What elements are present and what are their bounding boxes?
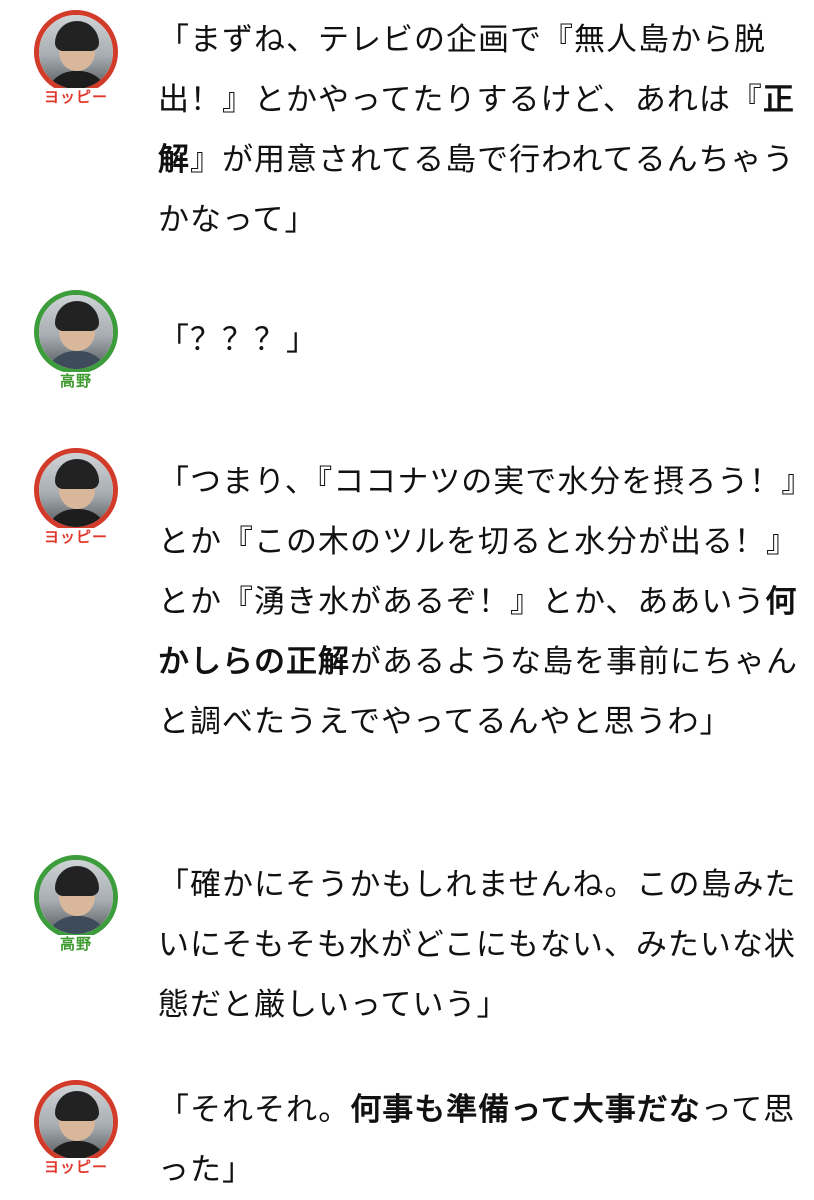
speaker-avatar-takano <box>34 290 118 374</box>
speaker-avatar-takano <box>34 855 118 939</box>
speech-segment: 「確かにそうかもしれませんね。この島みたいにそもそも水がどこにもない、みたいな状… <box>158 867 797 1023</box>
speech-text: 「つまり、『ココナツの実で水分を摂ろう！』とか『この木のツルを切ると水分が出る！… <box>158 452 798 752</box>
speaker-avatar-yoppy <box>34 10 118 94</box>
speech-segment: 「つまり、『ココナツの実で水分を摂ろう！』とか『この木のツルを切ると水分が出る！… <box>158 464 798 620</box>
speaker-name-tag: 高野 <box>36 935 116 953</box>
speech-segment: 「？？？」 <box>158 322 318 358</box>
speech-segment: 「まずね、テレビの企画で『無人島から脱出！』とかやってたりするけど、あれは『 <box>158 22 766 118</box>
speaker-name-tag: ヨッピー <box>36 88 116 106</box>
speech-text: 「まずね、テレビの企画で『無人島から脱出！』とかやってたりするけど、あれは『正解… <box>158 10 798 250</box>
speech-text: 「確かにそうかもしれませんね。この島みたいにそもそも水がどこにもない、みたいな状… <box>158 855 798 1035</box>
speaker-avatar-yoppy <box>34 1080 118 1164</box>
speech-text: 「？？？」 <box>158 310 798 370</box>
speaker-name-tag: ヨッピー <box>36 1158 116 1176</box>
speech-segment: 』が用意されてる島で行われてるんちゃうかなって」 <box>158 142 795 238</box>
speech-text: 「それそれ。何事も準備って大事だなって思った」 <box>158 1080 798 1200</box>
speech-segment: 「それそれ。 <box>158 1092 351 1128</box>
speaker-name-tag: ヨッピー <box>36 528 116 546</box>
speaker-name-tag: 高野 <box>36 372 116 390</box>
speaker-avatar-yoppy <box>34 448 118 532</box>
speech-emphasis: 何事も準備って大事だな <box>350 1092 701 1128</box>
